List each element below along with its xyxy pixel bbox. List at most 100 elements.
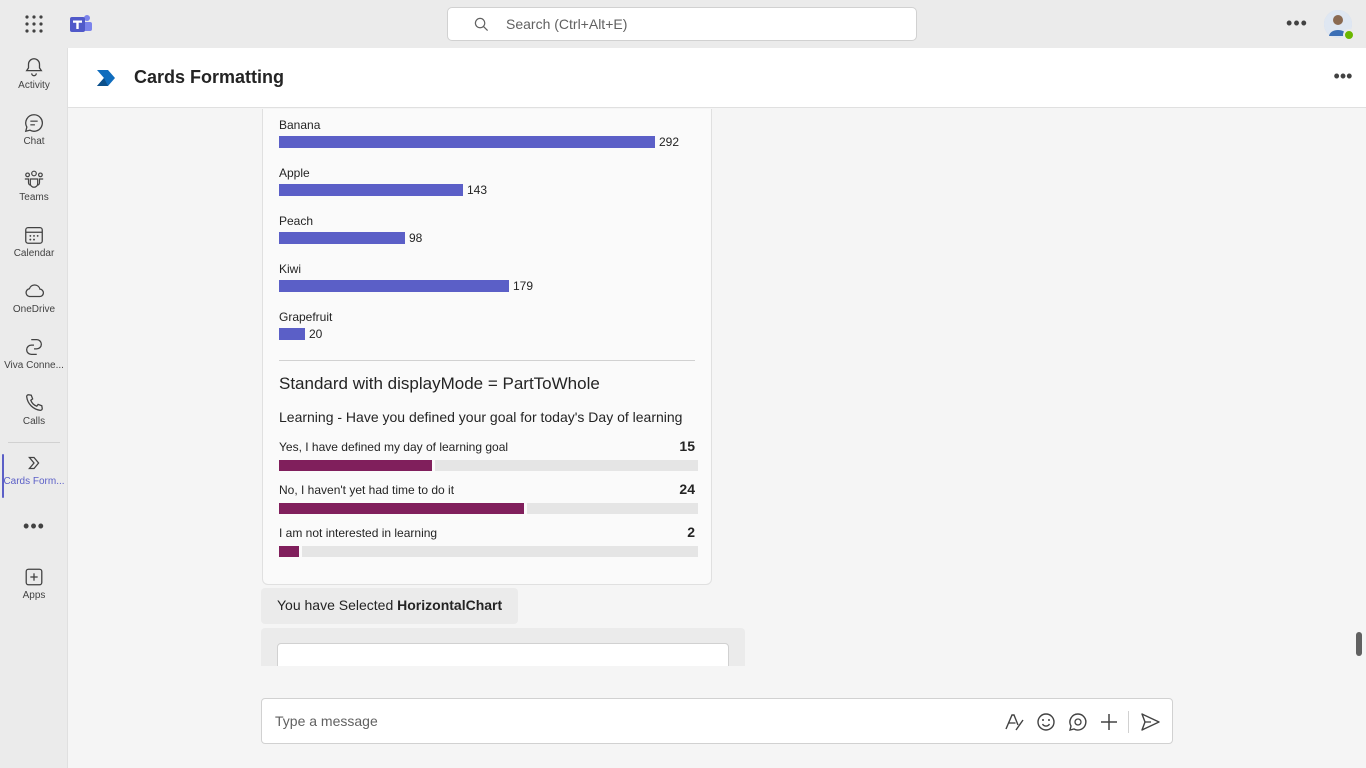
bar-label: Kiwi xyxy=(279,262,302,276)
bar xyxy=(279,328,305,340)
rail-item-label: Cards Form... xyxy=(3,476,65,487)
more-apps-icon[interactable]: ••• xyxy=(0,517,68,538)
part-to-whole-bar xyxy=(279,460,432,471)
bar-label: Apple xyxy=(279,166,310,180)
next-adaptive-card xyxy=(277,643,729,666)
calendar-icon xyxy=(25,227,43,244)
app-launcher-icon[interactable] xyxy=(24,14,44,34)
part-to-whole-label: No, I haven't yet had time to do it xyxy=(279,483,455,497)
cards-formatting-logo-icon xyxy=(97,70,115,86)
bar xyxy=(279,232,405,244)
part-to-whole-row: No, I haven't yet had time to do it 24 xyxy=(279,481,698,503)
teams-logo-icon xyxy=(70,15,92,32)
part-to-whole-track xyxy=(279,503,698,514)
part-to-whole-gap xyxy=(524,503,527,514)
rail-item-activity[interactable]: Activity xyxy=(0,56,68,108)
part-to-whole-item: I am not interested in learning 2 xyxy=(279,524,698,557)
part-to-whole-track xyxy=(279,460,698,471)
part-to-whole-track xyxy=(279,546,698,557)
next-message-bubble xyxy=(261,628,745,666)
part-to-whole-count: 24 xyxy=(679,481,695,497)
rail-item-teams[interactable]: Teams xyxy=(0,168,68,220)
format-icon[interactable] xyxy=(1003,711,1025,733)
app-header: Cards Formatting ••• xyxy=(68,48,1366,108)
part-to-whole-bar xyxy=(279,546,299,557)
part-to-whole-gap xyxy=(299,546,302,557)
add-icon[interactable] xyxy=(1098,711,1120,733)
bar-value-label: 20 xyxy=(309,327,323,341)
part-to-whole-item: No, I haven't yet had time to do it 24 xyxy=(279,481,698,514)
rail-item-calls[interactable]: Calls xyxy=(0,392,68,444)
divider xyxy=(279,360,695,361)
adaptive-card: Banana 292 Apple 143 Peach 98 Kiwi 179 Grapefrui… xyxy=(262,109,712,585)
bar-item: Grapefruit 20 xyxy=(279,310,709,341)
conversation-area[interactable]: Banana 292 Apple 143 Peach 98 Kiwi 179 Grapefrui… xyxy=(68,109,1366,666)
message-input[interactable] xyxy=(275,699,975,743)
bar-value-label: 179 xyxy=(513,279,534,293)
rail-item-cards-formatting[interactable]: Cards Form... xyxy=(0,452,68,504)
rail-item-calendar[interactable]: Calendar xyxy=(0,224,68,276)
search-icon xyxy=(474,17,489,32)
bar xyxy=(279,136,655,148)
selected-message: You have Selected HorizontalChart xyxy=(261,588,519,624)
top-bar: ••• xyxy=(0,0,1366,48)
search-box[interactable] xyxy=(447,7,917,41)
part-to-whole-count: 2 xyxy=(687,524,695,540)
phone-icon xyxy=(26,394,43,411)
rail-item-viva-connections[interactable]: Viva Conne... xyxy=(0,336,68,388)
rail-item-label: Activity xyxy=(18,80,50,91)
section-subtitle: Learning - Have you defined your goal fo… xyxy=(279,409,683,425)
bell-icon xyxy=(25,58,43,77)
bar-item: Peach 98 xyxy=(279,214,709,245)
bar-label: Peach xyxy=(279,214,314,228)
teams-icon xyxy=(24,170,44,188)
bar-value-label: 98 xyxy=(409,231,423,245)
rail-item-label: Calls xyxy=(22,416,46,427)
part-to-whole-bar xyxy=(279,503,524,514)
part-to-whole-gap xyxy=(432,460,435,471)
divider xyxy=(1128,711,1129,733)
emoji-icon[interactable] xyxy=(1035,711,1057,733)
bar-item: Kiwi 179 xyxy=(279,262,709,293)
bar-item: Apple 143 xyxy=(279,166,709,197)
rail-item-label: Calendar xyxy=(13,248,55,259)
chat-icon xyxy=(24,114,43,133)
selected-prefix: You have Selected xyxy=(277,597,398,613)
bar-label: Banana xyxy=(279,118,321,132)
bar-value-label: 292 xyxy=(659,135,680,149)
avatar[interactable] xyxy=(1324,10,1355,41)
bar-label: Grapefruit xyxy=(279,310,333,324)
bar xyxy=(279,280,509,292)
loop-component-icon[interactable] xyxy=(1067,711,1089,733)
app-rail: Activity Chat Teams Calendar OneDrive Vi… xyxy=(0,48,68,768)
page-title: Cards Formatting xyxy=(134,67,285,87)
part-to-whole-label: I am not interested in learning xyxy=(279,526,438,540)
part-to-whole-label: Yes, I have defined my day of learning g… xyxy=(279,440,509,454)
app-icon xyxy=(28,456,40,470)
search-input[interactable] xyxy=(506,8,906,40)
scrollbar-thumb[interactable] xyxy=(1356,632,1362,656)
part-to-whole-count: 15 xyxy=(679,438,695,454)
rail-item-label: Apps xyxy=(22,590,46,601)
rail-item-onedrive[interactable]: OneDrive xyxy=(0,280,68,332)
bar-item: Banana 292 xyxy=(279,118,709,149)
presence-available-icon xyxy=(1343,29,1355,41)
more-options-icon[interactable]: ••• xyxy=(1329,66,1357,90)
part-to-whole-item: Yes, I have defined my day of learning g… xyxy=(279,438,698,471)
bar-value-label: 143 xyxy=(467,183,488,197)
rail-divider xyxy=(8,442,60,443)
bar xyxy=(279,184,463,196)
more-options-icon[interactable]: ••• xyxy=(1283,14,1311,34)
viva-connections-icon xyxy=(26,339,42,355)
part-to-whole-row: I am not interested in learning 2 xyxy=(279,524,698,546)
rail-item-label: Viva Conne... xyxy=(4,360,64,371)
cloud-icon xyxy=(25,284,45,298)
section-title: Standard with displayMode = PartToWhole xyxy=(279,374,600,393)
rail-item-apps[interactable]: Apps xyxy=(0,566,68,618)
rail-item-chat[interactable]: Chat xyxy=(0,112,68,164)
compose-box[interactable] xyxy=(261,698,1173,744)
rail-item-label: Teams xyxy=(19,192,49,203)
rail-item-label: OneDrive xyxy=(12,304,56,315)
send-icon[interactable] xyxy=(1139,711,1161,733)
rail-item-label: Chat xyxy=(23,136,45,147)
